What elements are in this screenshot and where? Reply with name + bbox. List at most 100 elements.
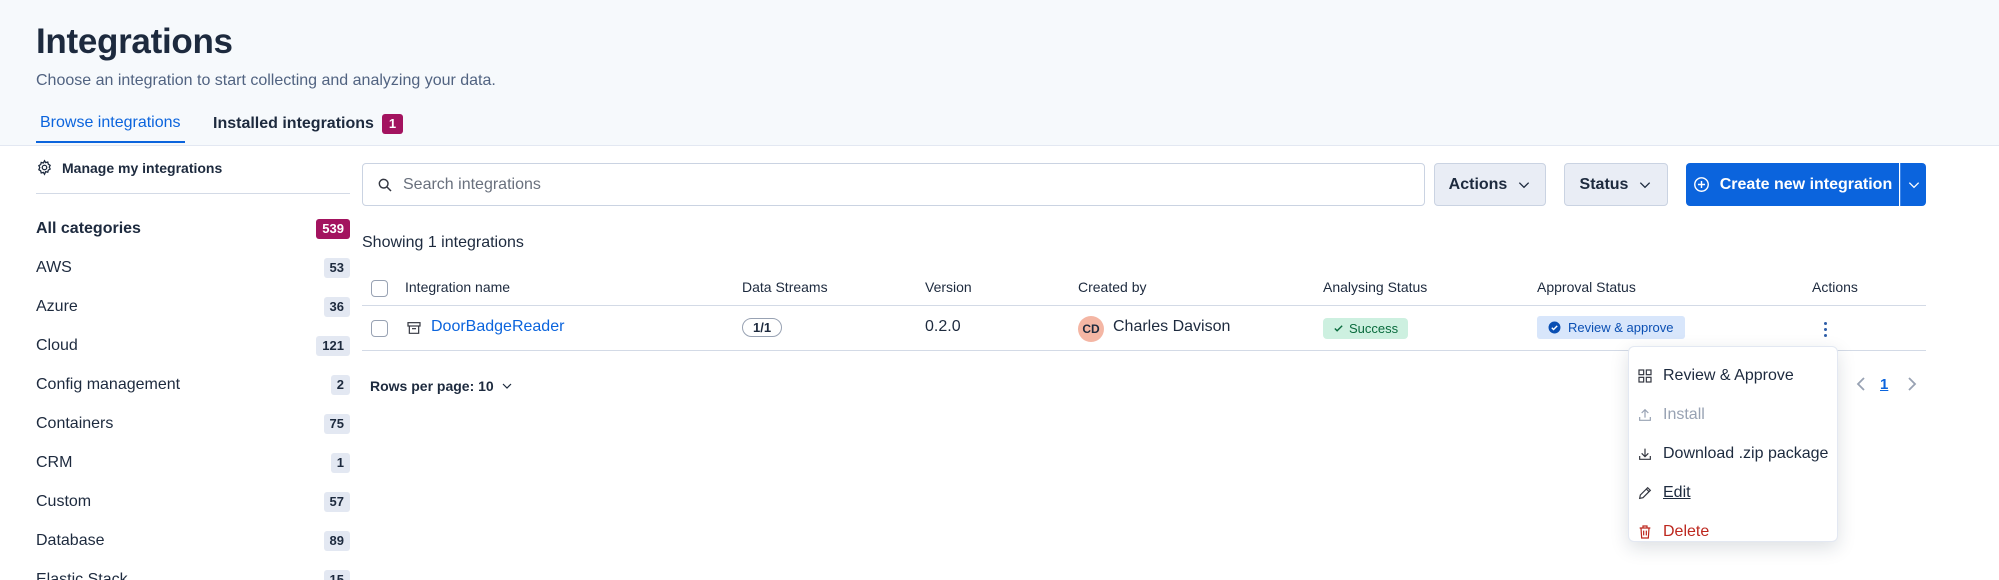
tab-browse-integrations[interactable]: Browse integrations: [36, 114, 185, 143]
sidebar-item-database[interactable]: Database 89: [36, 528, 350, 554]
actions-label: Actions: [1448, 175, 1508, 193]
sidebar-item-all-categories[interactable]: All categories 539: [36, 216, 350, 242]
category-label: CRM: [36, 454, 73, 471]
category-label: Config management: [36, 376, 181, 393]
menu-item-label: Install: [1663, 406, 1705, 423]
menu-item-download-zip[interactable]: Download .zip package: [1637, 439, 1828, 469]
sidebar-item-azure[interactable]: Azure 36: [36, 294, 350, 320]
category-label: Custom: [36, 493, 92, 510]
menu-item-label: Review & Approve: [1663, 367, 1794, 384]
trash-icon: [1637, 524, 1653, 540]
integration-name-link[interactable]: DoorBadgeReader: [431, 318, 564, 336]
plus-circle-icon: [1693, 176, 1710, 193]
column-header-integration-name[interactable]: Integration name: [405, 279, 510, 295]
menu-item-delete[interactable]: Delete: [1637, 517, 1709, 547]
sidebar-item-crm[interactable]: CRM 1: [36, 450, 350, 476]
column-header-approval-status[interactable]: Approval Status: [1537, 279, 1636, 295]
row-actions-menu: Review & Approve Install Download .zip p…: [1628, 346, 1838, 542]
category-label: All categories: [36, 220, 141, 237]
category-label: Containers: [36, 415, 114, 432]
analysing-status-label: Success: [1349, 321, 1399, 336]
category-count: 15: [323, 570, 350, 580]
column-header-data-streams[interactable]: Data Streams: [742, 279, 828, 295]
category-count: 121: [316, 336, 350, 356]
column-header-actions: Actions: [1812, 279, 1858, 295]
package-icon: [406, 320, 422, 336]
version-value: 0.2.0: [925, 318, 961, 335]
menu-item-install[interactable]: Install: [1637, 400, 1705, 430]
category-count: 53: [323, 258, 350, 278]
create-new-integration-button[interactable]: Create new integration: [1686, 163, 1899, 206]
category-count: 57: [323, 492, 350, 512]
page-title: Integrations: [36, 22, 233, 61]
chevron-down-icon: [501, 380, 513, 392]
menu-item-label: Download .zip package: [1663, 445, 1829, 462]
row-checkbox[interactable]: [371, 320, 388, 337]
sidebar-item-containers[interactable]: Containers 75: [36, 411, 350, 437]
creator-name: Charles Davison: [1113, 318, 1231, 335]
select-all-checkbox[interactable]: [371, 280, 388, 297]
sidebar-item-cloud[interactable]: Cloud 121: [36, 333, 350, 359]
tab-installed-integrations[interactable]: Installed integrations 1: [213, 114, 404, 143]
chevron-down-icon: [1638, 178, 1652, 192]
avatar: CD: [1078, 316, 1104, 342]
sidebar-item-aws[interactable]: AWS 53: [36, 255, 350, 281]
pagination-prev-icon[interactable]: [1855, 376, 1867, 392]
menu-item-label: Delete: [1663, 523, 1710, 540]
approval-status-label: Review & approve: [1568, 320, 1674, 335]
pagination-next-icon[interactable]: [1906, 376, 1918, 392]
category-label: Elastic Stack: [36, 571, 128, 580]
category-label: Database: [36, 532, 105, 549]
chevron-down-icon: [1517, 178, 1531, 192]
category-count: 89: [323, 531, 350, 551]
check-circle-icon: [1548, 321, 1561, 334]
page-header: Integrations Choose an integration to st…: [0, 0, 1999, 146]
upload-icon: [1637, 407, 1653, 423]
sidebar-item-custom[interactable]: Custom 57: [36, 489, 350, 515]
chevron-down-icon: [1907, 178, 1921, 192]
pagination-page-1[interactable]: 1: [1880, 376, 1888, 393]
menu-item-review-approve[interactable]: Review & Approve: [1637, 361, 1794, 391]
analysing-status-badge: Success: [1323, 318, 1409, 339]
approval-status-badge[interactable]: Review & approve: [1537, 316, 1685, 339]
search-input[interactable]: [403, 175, 1303, 194]
row-actions-kebab-icon[interactable]: [1818, 318, 1832, 340]
menu-item-edit[interactable]: Edit: [1637, 478, 1691, 508]
tab-installed-label: Installed integrations: [213, 115, 374, 132]
menu-item-label: Edit: [1663, 484, 1691, 501]
manage-integrations-label: Manage my integrations: [62, 159, 223, 176]
create-options-button[interactable]: [1900, 163, 1926, 206]
column-header-created-by[interactable]: Created by: [1078, 279, 1146, 295]
category-count: 539: [316, 219, 350, 239]
manage-integrations-link[interactable]: Manage my integrations: [36, 159, 222, 176]
results-count: Showing 1 integrations: [362, 234, 524, 251]
category-label: Cloud: [36, 337, 78, 354]
search-icon: [377, 177, 393, 193]
category-label: AWS: [36, 259, 72, 276]
actions-dropdown-button[interactable]: Actions: [1434, 163, 1546, 206]
category-count: 75: [323, 414, 350, 434]
column-header-analysing-status[interactable]: Analysing Status: [1323, 279, 1427, 295]
category-label: Azure: [36, 298, 78, 315]
pencil-icon: [1637, 485, 1653, 501]
column-header-version[interactable]: Version: [925, 279, 972, 295]
page-subtitle: Choose an integration to start collectin…: [36, 72, 496, 89]
download-icon: [1637, 446, 1653, 462]
installed-count-badge: 1: [381, 114, 404, 134]
category-count: 2: [330, 375, 350, 395]
rows-per-page-label: Rows per page: 10: [370, 378, 494, 394]
check-icon: [1333, 323, 1344, 334]
data-streams-badge: 1/1: [742, 318, 783, 337]
grid-icon: [1637, 368, 1653, 384]
status-dropdown-button[interactable]: Status: [1564, 163, 1668, 206]
sidebar-divider: [36, 193, 350, 194]
search-box[interactable]: [362, 163, 1425, 206]
status-label: Status: [1579, 175, 1629, 193]
sidebar-item-elastic-stack[interactable]: Elastic Stack 15: [36, 567, 350, 580]
gear-icon: [36, 159, 53, 176]
create-label: Create new integration: [1719, 175, 1893, 193]
category-count: 36: [323, 297, 350, 317]
rows-per-page-selector[interactable]: Rows per page: 10: [370, 378, 513, 394]
sidebar-item-config-management[interactable]: Config management 2: [36, 372, 350, 398]
category-count: 1: [330, 453, 350, 473]
